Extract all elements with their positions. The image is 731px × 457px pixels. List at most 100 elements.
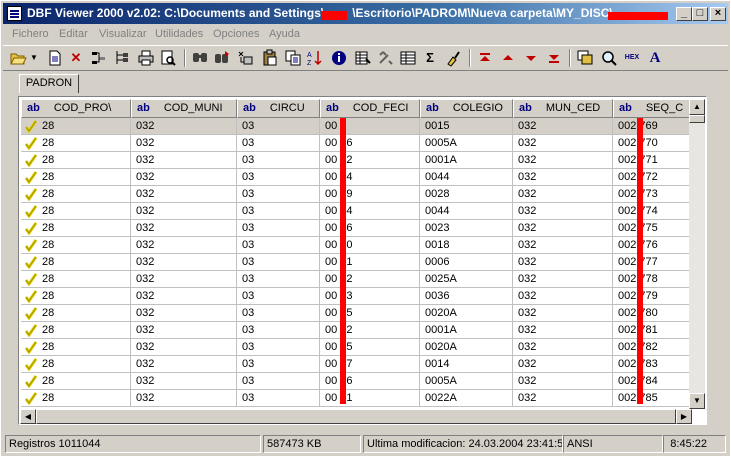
menu-ayuda[interactable]: Ayuda (269, 28, 300, 40)
cell-seq-c[interactable]: 002 771 (613, 152, 693, 169)
cell-circu[interactable]: 03 (237, 220, 320, 237)
cell-colegio[interactable]: 0044 (420, 169, 513, 186)
search-icon[interactable] (600, 49, 618, 67)
cell-cod-feci[interactable]: 00 7 (320, 118, 420, 135)
scroll-right-button[interactable]: ▶ (676, 409, 692, 424)
cell-cod-muni[interactable]: 032 (131, 203, 237, 220)
cell-seq-c[interactable]: 002 777 (613, 254, 693, 271)
cell-cod-prov[interactable]: 28 (21, 339, 131, 356)
cell-seq-c[interactable]: 002 781 (613, 322, 693, 339)
cell-circu[interactable]: 03 (237, 135, 320, 152)
cell-colegio[interactable]: 0014 (420, 356, 513, 373)
cell-circu[interactable]: 03 (237, 373, 320, 390)
cell-seq-c[interactable]: 002 775 (613, 220, 693, 237)
cell-seq-c[interactable]: 002 770 (613, 135, 693, 152)
menu-visualizar[interactable]: Visualizar (99, 28, 147, 40)
cell-cod-prov[interactable]: 28 (21, 288, 131, 305)
cell-mun-ced[interactable]: 032 (513, 237, 613, 254)
cell-cod-muni[interactable]: 032 (131, 237, 237, 254)
sum-icon[interactable]: Σ (421, 49, 439, 67)
cell-cod-muni[interactable]: 032 (131, 220, 237, 237)
cell-circu[interactable]: 03 (237, 322, 320, 339)
cell-mun-ced[interactable]: 032 (513, 220, 613, 237)
cell-seq-c[interactable]: 002 783 (613, 356, 693, 373)
cell-cod-prov[interactable]: 28 (21, 271, 131, 288)
structure-icon[interactable] (354, 49, 372, 67)
cell-cod-muni[interactable]: 032 (131, 169, 237, 186)
cell-cod-feci[interactable]: 00 20 (320, 237, 420, 254)
clipboard-icon[interactable] (261, 49, 279, 67)
menu-fichero[interactable]: Fichero (12, 28, 49, 40)
minimize-button[interactable]: _ (676, 7, 692, 21)
cell-cod-feci[interactable]: 00 16 (320, 220, 420, 237)
cell-colegio[interactable]: 0022A (420, 390, 513, 407)
cell-cod-prov[interactable]: 28 (21, 356, 131, 373)
column-header-cod-feci[interactable]: ab COD_FECI (320, 99, 420, 118)
cell-circu[interactable]: 03 (237, 356, 320, 373)
column-header-circu[interactable]: ab CIRCU (237, 99, 320, 118)
cell-cod-feci[interactable]: 00 06 (320, 135, 420, 152)
cell-seq-c[interactable]: 002 780 (613, 305, 693, 322)
cell-cod-prov[interactable]: 28 (21, 305, 131, 322)
cell-cod-muni[interactable]: 032 (131, 254, 237, 271)
cell-circu[interactable]: 03 (237, 288, 320, 305)
cell-cod-muni[interactable]: 032 (131, 305, 237, 322)
cell-mun-ced[interactable]: 032 (513, 322, 613, 339)
cell-seq-c[interactable]: 002 776 (613, 237, 693, 254)
cell-seq-c[interactable]: 002 773 (613, 186, 693, 203)
cell-mun-ced[interactable]: 032 (513, 254, 613, 271)
cell-colegio[interactable]: 0025A (420, 271, 513, 288)
menu-editar[interactable]: Editar (59, 28, 88, 40)
cell-cod-muni[interactable]: 032 (131, 339, 237, 356)
menu-opciones[interactable]: Opciones (213, 28, 259, 40)
scroll-down-button[interactable]: ▼ (689, 393, 705, 409)
cell-cod-muni[interactable]: 032 (131, 288, 237, 305)
cell-colegio[interactable]: 0005A (420, 135, 513, 152)
print-preview-icon[interactable] (159, 49, 177, 67)
cell-circu[interactable]: 03 (237, 390, 320, 407)
cell-colegio[interactable]: 0015 (420, 118, 513, 135)
last-record-icon[interactable] (545, 49, 563, 67)
cell-mun-ced[interactable]: 032 (513, 288, 613, 305)
cell-mun-ced[interactable]: 032 (513, 373, 613, 390)
cell-colegio[interactable]: 0036 (420, 288, 513, 305)
cell-circu[interactable]: 03 (237, 186, 320, 203)
cell-cod-prov[interactable]: 28 (21, 220, 131, 237)
cell-seq-c[interactable]: 002 784 (613, 373, 693, 390)
column-header-cod-muni[interactable]: ab COD_MUNI (131, 99, 237, 118)
cell-colegio[interactable]: 0020A (420, 305, 513, 322)
cell-cod-muni[interactable]: 032 (131, 271, 237, 288)
find-icon[interactable] (191, 49, 209, 67)
cell-circu[interactable]: 03 (237, 203, 320, 220)
title-bar[interactable]: DBF Viewer 2000 v2.02: C:\Documents and … (3, 3, 728, 24)
cell-cod-feci[interactable]: 00 14 (320, 203, 420, 220)
cell-circu[interactable]: 03 (237, 169, 320, 186)
dropdown-arrow-icon[interactable]: ▼ (25, 49, 43, 67)
tree-icon[interactable] (113, 49, 131, 67)
cell-cod-prov[interactable]: 28 (21, 322, 131, 339)
cell-colegio[interactable]: 0028 (420, 186, 513, 203)
copy-icon[interactable] (284, 49, 302, 67)
scroll-thumb[interactable] (689, 115, 705, 123)
cell-cod-feci[interactable]: 00 15 (320, 305, 420, 322)
cell-mun-ced[interactable]: 032 (513, 186, 613, 203)
cell-cod-muni[interactable]: 032 (131, 373, 237, 390)
scroll-up-button[interactable]: ▲ (689, 99, 705, 115)
cell-colegio[interactable]: 0001A (420, 322, 513, 339)
cell-seq-c[interactable]: 002 769 (613, 118, 693, 135)
cell-cod-feci[interactable]: 00 09 (320, 186, 420, 203)
close-button[interactable]: × (710, 7, 726, 21)
window-icon[interactable] (576, 49, 594, 67)
vertical-scrollbar[interactable]: ▲ ▼ (689, 99, 705, 409)
cell-seq-c[interactable]: 002 782 (613, 339, 693, 356)
cell-colegio[interactable]: 0023 (420, 220, 513, 237)
new-file-icon[interactable] (46, 49, 64, 67)
cell-cod-muni[interactable]: 032 (131, 135, 237, 152)
cell-mun-ced[interactable]: 032 (513, 152, 613, 169)
cell-cod-prov[interactable]: 28 (21, 237, 131, 254)
maximize-button[interactable]: □ (692, 7, 708, 21)
cell-cod-feci[interactable]: 00 15 (320, 339, 420, 356)
horizontal-scrollbar[interactable]: ◀ ▶ (20, 409, 692, 424)
cell-seq-c[interactable]: 002 778 (613, 271, 693, 288)
cell-mun-ced[interactable]: 032 (513, 390, 613, 407)
